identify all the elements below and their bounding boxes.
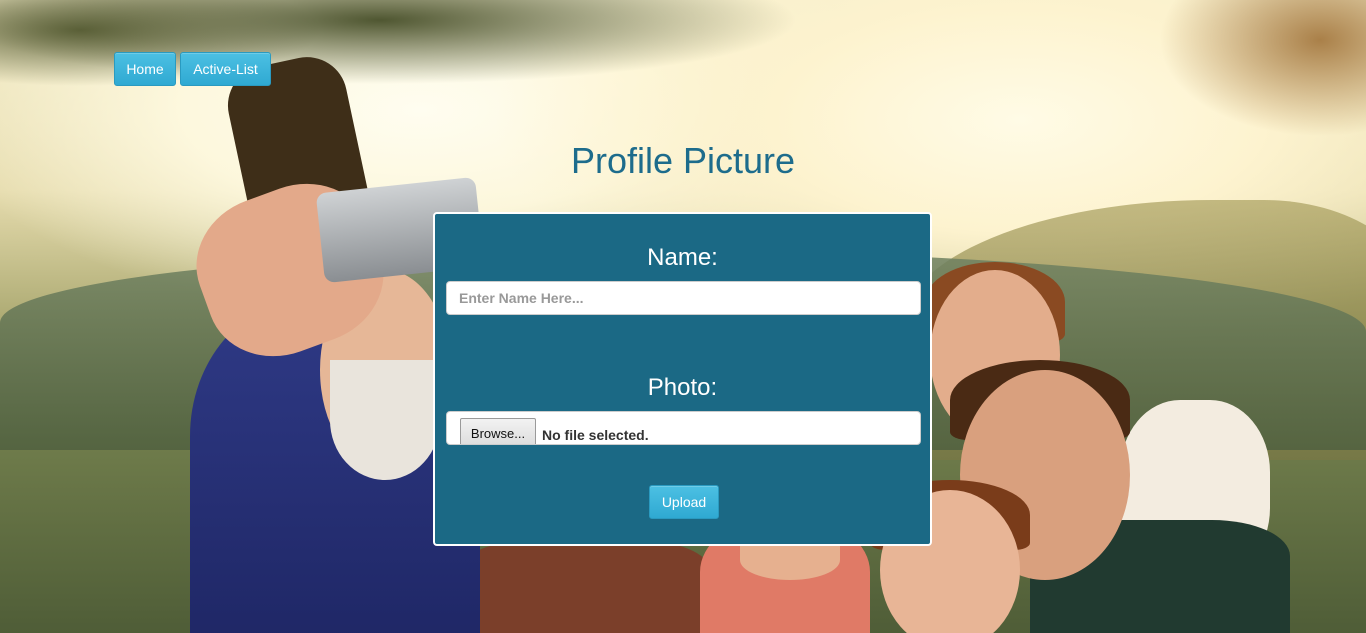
- photo-file-input[interactable]: Browse... No file selected.: [446, 411, 921, 445]
- active-list-button[interactable]: Active-List: [180, 52, 271, 86]
- top-nav: Home Active-List: [114, 52, 271, 86]
- photo-label: Photo:: [647, 374, 718, 401]
- file-status-text: No file selected.: [542, 427, 649, 443]
- page-title: Profile Picture: [570, 140, 796, 181]
- name-label: Name:: [647, 244, 718, 271]
- upload-button[interactable]: Upload: [649, 485, 719, 519]
- name-input[interactable]: [446, 281, 921, 315]
- grandfather-beard: [330, 360, 440, 480]
- upload-form-panel: Name: Photo: Browse... No file selected.…: [433, 212, 932, 546]
- person-clothing: [460, 540, 710, 633]
- browse-button[interactable]: Browse...: [460, 418, 536, 444]
- home-button[interactable]: Home: [114, 52, 176, 86]
- child-face: [740, 540, 840, 580]
